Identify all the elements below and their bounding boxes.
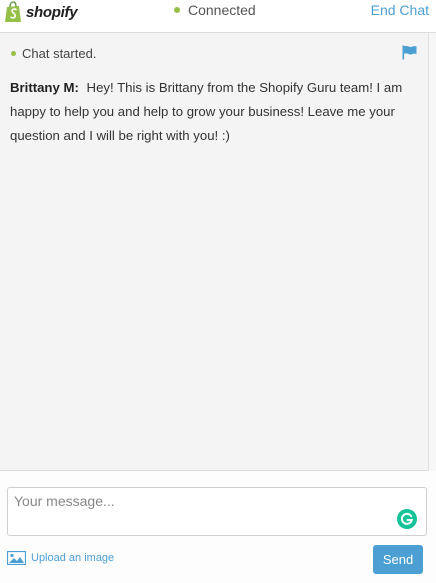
chat-scrollbar[interactable] [428, 33, 436, 471]
chat-transcript: Chat started. Brittany M: Hey! This is B… [0, 33, 436, 471]
upload-image-label: Upload an image [31, 552, 115, 564]
chat-started-notice: Chat started. [11, 46, 96, 61]
status-dot-icon [174, 7, 180, 13]
shopify-bag-icon [5, 1, 21, 22]
chat-header: shopify Connected End Chat [0, 0, 436, 33]
status-text: Connected [188, 2, 256, 18]
end-chat-button[interactable]: End Chat [371, 2, 429, 18]
flag-icon[interactable] [402, 45, 417, 60]
message-input-box [7, 487, 427, 536]
message-composer: Upload an image Send [0, 471, 436, 583]
image-icon [7, 551, 26, 565]
message-sender: Brittany M: [10, 80, 79, 95]
logo-text: shopify [26, 3, 78, 21]
chat-started-text: Chat started. [22, 46, 97, 61]
chat-started-dot-icon [11, 51, 16, 56]
chat-message: Brittany M: Hey! This is Brittany from t… [10, 76, 414, 148]
grammarly-icon[interactable] [397, 509, 417, 529]
message-input[interactable] [14, 493, 394, 531]
upload-image-link[interactable]: Upload an image [7, 551, 114, 565]
connection-status: Connected [174, 2, 256, 18]
shopify-logo: shopify [4, 1, 78, 23]
send-button[interactable]: Send [373, 545, 423, 574]
